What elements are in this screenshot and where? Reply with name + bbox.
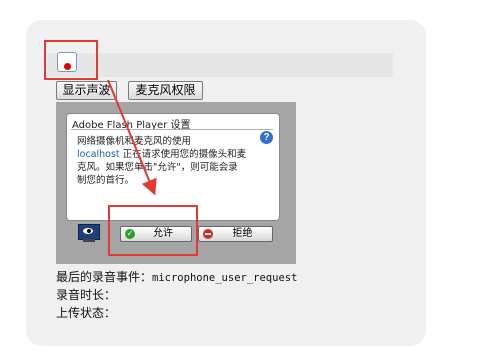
duration-row: 录音时长：: [56, 286, 116, 303]
arrow-line: [107, 79, 157, 196]
last-event-label: 最后的录音事件：: [56, 270, 153, 284]
upload-row: 上传状态：: [56, 304, 116, 321]
last-event-row: 最后的录音事件：microphone_user_request: [56, 268, 297, 285]
last-event-value: microphone_user_request: [152, 272, 298, 284]
upload-label: 上传状态：: [56, 306, 117, 320]
duration-label: 录音时长：: [56, 288, 117, 302]
